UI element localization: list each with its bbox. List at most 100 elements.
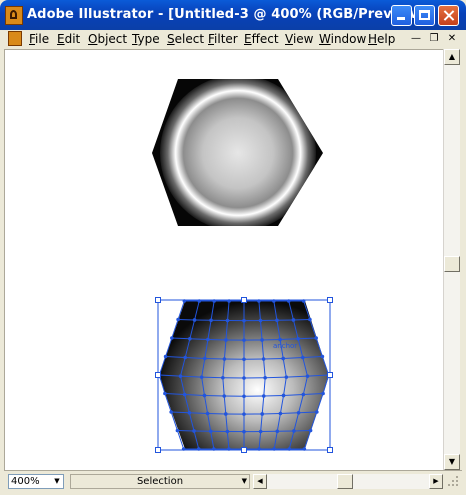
status-field[interactable]: Selection ▼ — [70, 474, 250, 489]
mesh-anchor-point[interactable] — [225, 318, 230, 323]
menu-window[interactable]: Window — [319, 32, 366, 46]
zoom-dropdown-icon[interactable]: ▼ — [51, 475, 63, 488]
mesh-anchor-point[interactable] — [242, 318, 246, 323]
mesh-anchor-point[interactable] — [221, 375, 225, 380]
mesh-anchor-point[interactable] — [242, 338, 246, 342]
scroll-up-icon[interactable]: ▲ — [444, 49, 460, 65]
mesh-anchor-point[interactable] — [260, 338, 264, 342]
mesh-anchor-point[interactable] — [169, 410, 173, 414]
minimize-button[interactable] — [391, 5, 412, 26]
mesh-anchor-point[interactable] — [275, 318, 279, 323]
mesh-anchor-point[interactable] — [321, 391, 325, 396]
mesh-anchor-point[interactable] — [242, 376, 246, 380]
mesh-anchor-point[interactable] — [258, 318, 263, 323]
horizontal-scrollbar[interactable]: ◀ ▶ — [253, 474, 443, 489]
scroll-down-icon[interactable]: ▼ — [444, 454, 460, 470]
mesh-anchor-point[interactable] — [199, 375, 204, 379]
scroll-left-icon[interactable]: ◀ — [253, 474, 267, 489]
bounding-box-handle[interactable] — [155, 297, 161, 303]
mesh-anchor-point[interactable] — [308, 428, 313, 433]
mesh-anchor-point[interactable] — [260, 412, 265, 416]
bounding-box-handle[interactable] — [327, 447, 333, 453]
mesh-anchor-point[interactable] — [223, 412, 228, 416]
mesh-anchor-point[interactable] — [296, 411, 301, 415]
mesh-anchor-point[interactable] — [291, 318, 296, 322]
mesh-anchor-point[interactable] — [314, 336, 318, 340]
horizontal-scroll-thumb[interactable] — [337, 474, 353, 489]
mesh-anchor-point[interactable] — [178, 374, 183, 378]
restore-icon[interactable]: ❐ — [427, 32, 441, 45]
menu-edit[interactable]: Edit — [57, 32, 80, 46]
mesh-anchor-point[interactable] — [261, 394, 266, 398]
mesh-anchor-point[interactable] — [292, 429, 296, 433]
mesh-anchor-point[interactable] — [281, 356, 286, 361]
mesh-anchor-point[interactable] — [301, 392, 306, 397]
mesh-anchor-point[interactable] — [183, 355, 187, 360]
mesh-anchor-point[interactable] — [182, 392, 187, 397]
mesh-anchor-point[interactable] — [296, 337, 300, 341]
vertical-scroll-thumb[interactable] — [444, 256, 460, 272]
bounding-box-handle[interactable] — [327, 297, 333, 303]
mdi-minimize-button[interactable]: — — [409, 32, 423, 45]
bounding-box-handle[interactable] — [155, 372, 161, 378]
mesh-anchor-point[interactable] — [192, 318, 197, 322]
mesh-anchor-point[interactable] — [188, 337, 192, 341]
mesh-anchor-point[interactable] — [261, 357, 266, 361]
mesh-anchor-point[interactable] — [225, 429, 230, 434]
menu-view[interactable]: View — [285, 32, 313, 46]
menu-select[interactable]: Select — [167, 32, 204, 46]
bounding-box-handle[interactable] — [155, 447, 161, 453]
mesh-anchor-point[interactable] — [320, 354, 325, 359]
mesh-anchor-point[interactable] — [209, 318, 213, 323]
bounding-box-handle[interactable] — [241, 297, 247, 303]
mesh-anchor-point[interactable] — [208, 429, 213, 434]
mdi-close-button[interactable]: ✕ — [445, 32, 459, 45]
zoom-field[interactable]: 400% ▼ — [8, 474, 64, 489]
gradient-mesh-object[interactable]: anchor — [155, 297, 333, 453]
mesh-anchor-point[interactable] — [242, 429, 246, 434]
mesh-anchor-point[interactable] — [163, 391, 167, 396]
mesh-anchor-point[interactable] — [275, 429, 280, 434]
document-icon[interactable] — [8, 31, 22, 46]
menu-file[interactable]: File — [29, 32, 49, 46]
mesh-anchor-point[interactable] — [202, 356, 207, 361]
mesh-anchor-point[interactable] — [281, 393, 286, 398]
mesh-anchor-point[interactable] — [192, 429, 196, 433]
menu-object[interactable]: Object — [88, 32, 127, 46]
mesh-anchor-point[interactable] — [284, 375, 289, 379]
mesh-anchor-point[interactable] — [202, 393, 207, 398]
mesh-anchor-point[interactable] — [222, 394, 227, 398]
mesh-anchor-point[interactable] — [163, 354, 168, 359]
mesh-anchor-point[interactable] — [278, 411, 283, 416]
close-button[interactable] — [438, 5, 459, 26]
mesh-anchor-point[interactable] — [308, 317, 312, 322]
mesh-anchor-point[interactable] — [206, 337, 210, 342]
mesh-anchor-point[interactable] — [263, 375, 267, 380]
menu-effect[interactable]: Effect — [244, 32, 279, 46]
mesh-anchor-point[interactable] — [175, 428, 180, 433]
menu-type[interactable]: Type — [132, 32, 160, 46]
menu-help[interactable]: Help — [368, 32, 395, 46]
mesh-anchor-point[interactable] — [258, 429, 263, 434]
mesh-anchor-point[interactable] — [278, 337, 282, 342]
bounding-box-handle[interactable] — [241, 447, 247, 453]
mesh-anchor-point[interactable] — [301, 355, 305, 360]
vertical-scrollbar[interactable]: ▲ ▼ — [443, 49, 460, 470]
status-dropdown-icon[interactable]: ▼ — [242, 475, 247, 488]
mesh-anchor-point[interactable] — [222, 357, 227, 361]
mesh-anchor-point[interactable] — [187, 411, 192, 415]
bounding-box-handle[interactable] — [327, 372, 333, 378]
mesh-anchor-point[interactable] — [242, 412, 246, 416]
resize-grip-icon[interactable] — [444, 472, 460, 488]
mesh-anchor-point[interactable] — [305, 374, 310, 378]
mesh-anchor-point[interactable] — [242, 394, 246, 399]
mesh-anchor-point[interactable] — [242, 357, 246, 362]
artboard-canvas[interactable]: anchor — [4, 49, 443, 470]
menu-filter[interactable]: Filter — [208, 32, 238, 46]
hex-nut-top[interactable] — [152, 75, 323, 231]
illustrator-app-icon[interactable] — [5, 6, 23, 25]
mesh-anchor-point[interactable] — [224, 338, 228, 342]
maximize-button[interactable] — [414, 5, 435, 26]
mesh-anchor-point[interactable] — [315, 410, 319, 414]
mesh-anchor-point[interactable] — [170, 336, 174, 340]
